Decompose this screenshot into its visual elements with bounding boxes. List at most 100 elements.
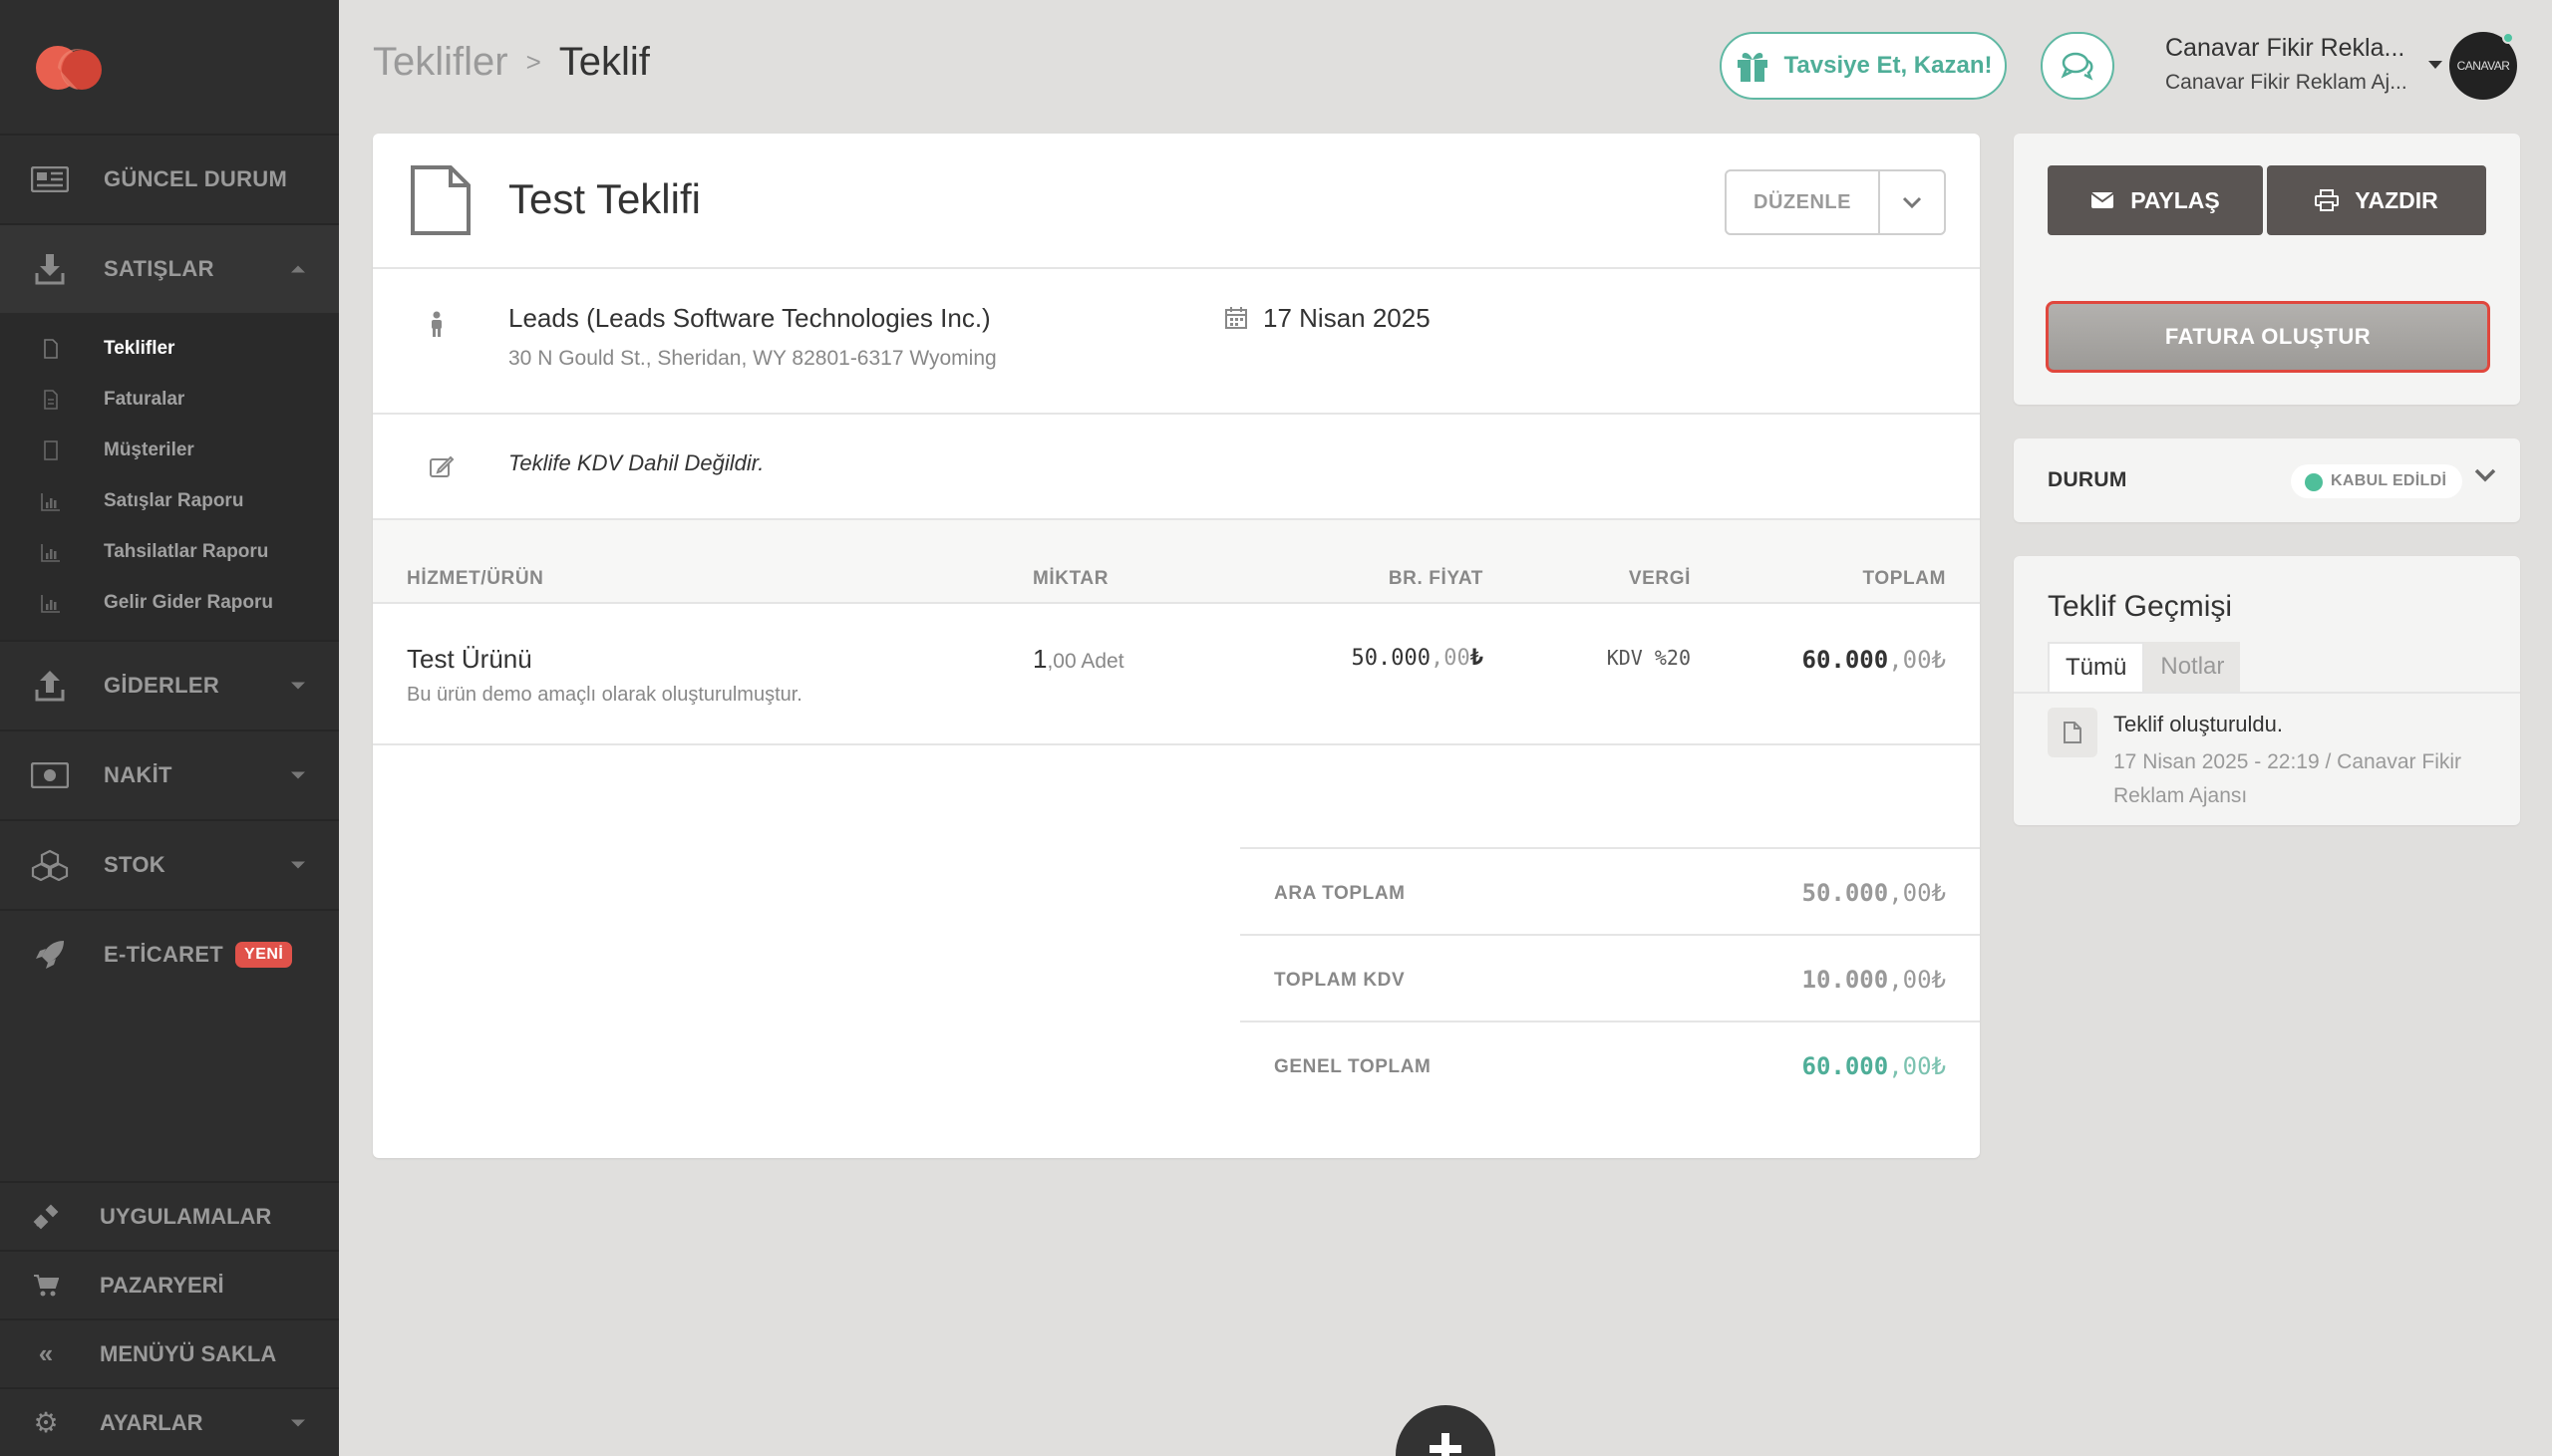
refer-button[interactable]: Tavsiye Et, Kazan! — [1720, 32, 2007, 100]
nav-label: STOK — [104, 852, 165, 877]
breadcrumb-parent-link[interactable]: Teklifler — [373, 40, 508, 85]
quote-card: Test Teklifi DÜZENLE Leads (Leads Softwa… — [373, 134, 1980, 1158]
status-label: DURUM — [2048, 468, 2127, 491]
double-chevron-left-icon: « — [38, 1338, 54, 1368]
chevron-down-icon — [291, 682, 305, 690]
breadcrumb: Teklifler > Teklif — [373, 40, 650, 85]
chevron-down-icon — [291, 771, 305, 779]
bar-chart-icon — [41, 543, 60, 562]
nav-stok[interactable]: STOK — [0, 819, 339, 909]
document-icon — [44, 338, 58, 359]
sidebar-item-faturalar[interactable]: Faturalar — [0, 374, 339, 425]
client-name[interactable]: Leads (Leads Software Technologies Inc.) — [508, 303, 991, 334]
subtotal-row: ARA TOPLAM 50.000,00₺ — [1240, 847, 1980, 934]
print-button[interactable]: YAZDIR — [2267, 165, 2486, 235]
nav-giderler[interactable]: GİDERLER — [0, 640, 339, 729]
nav-label: GİDERLER — [104, 673, 220, 698]
status-dot — [2305, 473, 2323, 491]
divider — [2014, 692, 2520, 694]
add-fab-button[interactable] — [1396, 1405, 1495, 1456]
status-value: KABUL EDİLDİ — [2331, 472, 2447, 489]
nav-label: E-TİCARET — [104, 942, 224, 967]
tab-all[interactable]: Tümü — [2048, 642, 2145, 692]
nav-ayarlar[interactable]: ⚙ AYARLAR — [0, 1387, 339, 1456]
col-header-price: BR. FİYAT — [1388, 568, 1483, 589]
create-invoice-button[interactable]: FATURA OLUŞTUR — [2046, 301, 2490, 373]
plug-icon — [30, 1203, 62, 1231]
account-menu[interactable]: Canavar Fikir Rekla... Canavar Fikir Rek… — [2165, 34, 2424, 95]
sub-label: Gelir Gider Raporu — [104, 591, 273, 613]
nav-label: MENÜYÜ SAKLA — [100, 1340, 277, 1366]
status-dropdown-toggle[interactable] — [2474, 468, 2496, 487]
building-icon — [44, 439, 58, 460]
nav-menuyu-sakla[interactable]: « MENÜYÜ SAKLA — [0, 1318, 339, 1387]
sidebar-item-gelir-gider-raporu[interactable]: Gelir Gider Raporu — [0, 577, 339, 628]
nav-e-ticaret[interactable]: E-TİCARET YENİ — [0, 909, 339, 999]
nav-guncel-durum[interactable]: GÜNCEL DURUM — [0, 134, 339, 223]
sub-label: Faturalar — [104, 388, 185, 410]
sidebar-item-musteriler[interactable]: Müşteriler — [0, 425, 339, 475]
nav-label: GÜNCEL DURUM — [104, 166, 288, 191]
chevron-down-icon — [1902, 196, 1922, 208]
subtotal-integer: 50.000 — [1801, 879, 1889, 907]
history-tabs: Tümü Notlar — [2048, 642, 2241, 692]
tab-notes[interactable]: Notlar — [2144, 642, 2241, 692]
caret-down-icon[interactable] — [2428, 61, 2442, 69]
online-status-dot — [2502, 32, 2514, 44]
upload-icon — [30, 670, 70, 702]
edit-button[interactable]: DÜZENLE — [1727, 171, 1880, 233]
chevron-down-icon — [2474, 468, 2496, 482]
new-badge: YENİ — [235, 942, 293, 968]
nav-label: UYGULAMALAR — [100, 1203, 272, 1229]
grand-total-label: GENEL TOPLAM — [1274, 1056, 1432, 1077]
quote-header: Test Teklifi DÜZENLE — [373, 134, 1980, 269]
sidebar: GÜNCEL DURUM SATIŞLAR Teklifler Faturala… — [0, 0, 339, 1456]
printer-icon — [2315, 189, 2340, 211]
rocket-icon — [30, 939, 70, 971]
nav-nakit[interactable]: NAKİT — [0, 729, 339, 819]
plus-icon — [1430, 1433, 1461, 1456]
price-decimal: ,00 — [1431, 646, 1470, 671]
line-total-integer: 60.000 — [1801, 646, 1889, 674]
page-title: Teklif — [558, 40, 650, 84]
money-icon — [30, 759, 70, 791]
history-title: Teklif Geçmişi — [2048, 590, 2233, 623]
nav-pazaryeri[interactable]: PAZARYERİ — [0, 1250, 339, 1318]
client-address: 30 N Gould St., Sheridan, WY 82801-6317 … — [508, 347, 997, 370]
nav-label: SATIŞLAR — [104, 256, 214, 281]
edit-dropdown-toggle[interactable] — [1880, 171, 1944, 233]
quantity-value: 1 — [1033, 644, 1048, 674]
grand-total-value: 60.000,00₺ — [1802, 1052, 1947, 1080]
price-integer: 50.000 — [1351, 646, 1431, 671]
sales-submenu: Teklifler Faturalar Müşteriler Satışlar … — [0, 313, 339, 640]
nav-label: NAKİT — [104, 762, 172, 787]
cubes-icon — [30, 849, 70, 881]
nav-uygulamalar[interactable]: UYGULAMALAR — [0, 1181, 339, 1250]
chevron-down-icon — [291, 1419, 305, 1426]
share-button[interactable]: PAYLAŞ — [2048, 165, 2263, 235]
document-icon — [2048, 708, 2097, 757]
chevron-up-icon — [291, 265, 305, 273]
col-header-qty: MİKTAR — [1033, 568, 1110, 589]
main-nav: GÜNCEL DURUM SATIŞLAR Teklifler Faturala… — [0, 134, 339, 999]
nav-satislar[interactable]: SATIŞLAR — [0, 223, 339, 313]
nav-label: AYARLAR — [100, 1409, 203, 1435]
print-label: YAZDIR — [2355, 186, 2438, 213]
share-label: PAYLAŞ — [2130, 186, 2220, 213]
product-description: Bu ürün demo amaçlı olarak oluşturulmuşt… — [407, 684, 802, 706]
note-row: Teklife KDV Dahil Değildir. — [373, 415, 1980, 520]
chat-button[interactable] — [2041, 32, 2114, 100]
sidebar-item-satislar-raporu[interactable]: Satışlar Raporu — [0, 475, 339, 526]
tax-rate: KDV %20 — [1606, 646, 1691, 670]
account-name: Canavar Fikir Rekla... — [2165, 34, 2405, 62]
sidebar-item-tahsilatlar-raporu[interactable]: Tahsilatlar Raporu — [0, 526, 339, 577]
quantity-unit: ,00 Adet — [1047, 650, 1124, 673]
subtotal-decimal: ,00₺ — [1888, 879, 1946, 907]
person-icon — [432, 311, 442, 337]
sidebar-item-teklifler[interactable]: Teklifler — [0, 323, 339, 374]
download-icon — [30, 253, 70, 285]
app-logo[interactable] — [34, 38, 106, 94]
tax-total-label: TOPLAM KDV — [1274, 970, 1406, 991]
sub-label: Satışlar Raporu — [104, 489, 244, 511]
subtotal-label: ARA TOPLAM — [1274, 883, 1406, 904]
